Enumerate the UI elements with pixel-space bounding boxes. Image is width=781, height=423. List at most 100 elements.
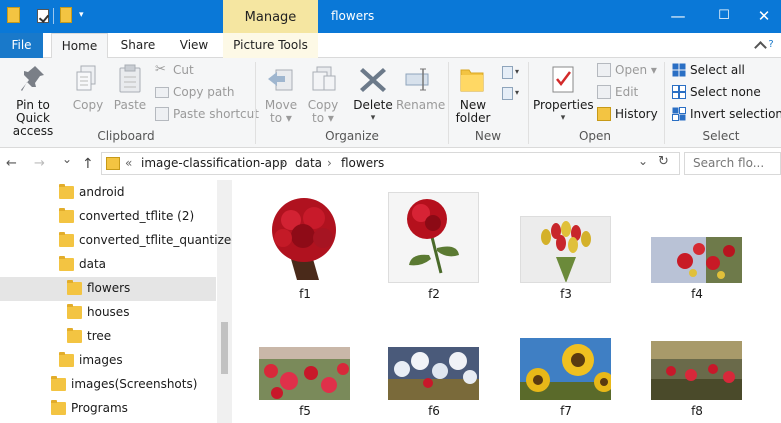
file-name[interactable]: f5 (285, 404, 325, 418)
tree-item-converted-tflite-2[interactable]: converted_tflite (2) (0, 205, 216, 229)
history-label: History (615, 107, 658, 121)
new-folder-quick-icon[interactable] (60, 7, 72, 23)
new-group-label: New (474, 129, 502, 143)
select-none-label: Select none (690, 85, 761, 99)
file-name[interactable]: f4 (677, 287, 717, 301)
folder-icon (59, 208, 74, 223)
rename-button[interactable]: Rename (396, 64, 445, 112)
folder-icon (59, 256, 74, 271)
file-item-f2[interactable] (388, 192, 479, 283)
address-box[interactable]: « image-classification-app › data › flow… (101, 152, 680, 175)
file-item-f3[interactable] (520, 216, 611, 283)
up-button[interactable]: ↑ (82, 156, 94, 172)
properties-button[interactable]: Properties ▾ (533, 64, 594, 125)
tree-item-label: images (79, 353, 123, 367)
tree-item-tree[interactable]: tree (0, 325, 216, 349)
tab-share[interactable]: Share (114, 33, 162, 58)
file-name[interactable]: f7 (546, 404, 586, 418)
tab-home[interactable]: Home (51, 33, 108, 59)
breadcrumb-item-app[interactable]: image-classification-app (141, 156, 287, 170)
file-item-f5[interactable] (259, 347, 350, 400)
new-item-icon[interactable]: ▾ (500, 64, 520, 82)
navigation-scrollbar[interactable] (217, 180, 232, 423)
group-separator (528, 62, 529, 144)
tree-item-houses[interactable]: houses (0, 301, 216, 325)
tree-item-flowers[interactable]: flowers (0, 277, 216, 301)
breadcrumb-item-flowers[interactable]: flowers (341, 156, 384, 170)
tree-item-label: converted_tflite_quantized (79, 233, 239, 247)
file-item-f6[interactable] (388, 347, 479, 400)
minimize-button[interactable]: — (655, 0, 701, 33)
group-separator (448, 62, 449, 144)
folder-icon (67, 280, 82, 295)
easy-access-icon[interactable]: ▾ (500, 85, 520, 103)
file-name[interactable]: f8 (677, 404, 717, 418)
file-item-f4[interactable] (651, 237, 742, 283)
file-item-f1[interactable] (259, 192, 350, 283)
paste-button[interactable]: Paste (111, 64, 149, 112)
folder-icon[interactable] (7, 7, 20, 23)
tree-item-label: tree (87, 329, 112, 343)
maximize-button[interactable]: ☐ (701, 0, 747, 33)
copy-to-label-2: to ▾ (312, 111, 334, 125)
properties-dropdown-icon[interactable]: ▾ (533, 112, 593, 125)
title-bar: ▾ Manage flowers — ☐ ✕ (0, 0, 781, 33)
customize-quick-access-dropdown-icon[interactable]: ▾ (79, 10, 84, 20)
ribbon: Pin to Quick access Copy Paste ✂ Cut Cop… (0, 58, 781, 148)
tree-item-converted-tflite-quantized[interactable]: converted_tflite_quantized (0, 229, 239, 253)
close-button[interactable]: ✕ (747, 0, 781, 33)
tab-picture-tools[interactable]: Picture Tools (223, 33, 318, 58)
file-name[interactable]: f1 (285, 287, 325, 301)
forward-button[interactable]: → (34, 156, 45, 171)
delete-label: Delete (353, 98, 393, 112)
tree-item-android[interactable]: android (0, 181, 216, 205)
tree-item-label: converted_tflite (2) (79, 209, 195, 223)
delete-dropdown-icon[interactable]: ▾ (353, 112, 393, 125)
tab-view[interactable]: View (171, 33, 217, 58)
open-label: Open ▾ (615, 63, 657, 77)
file-name[interactable]: f2 (414, 287, 454, 301)
organize-group-label: Organize (325, 129, 379, 143)
copy-path-label: Copy path (173, 85, 235, 99)
edit-label: Edit (615, 85, 639, 99)
address-dropdown-icon[interactable]: ⌄ (638, 154, 648, 168)
history-icon (597, 107, 611, 121)
rename-icon (405, 68, 429, 91)
help-icon[interactable]: ? (761, 33, 781, 58)
image-thumbnail (259, 192, 350, 283)
pin-to-quick-access-button[interactable]: Pin to Quick access (0, 64, 66, 138)
properties-quick-icon[interactable] (37, 9, 49, 23)
tree-item-images-screenshots[interactable]: images(Screenshots) (0, 373, 216, 397)
new-folder-icon (460, 69, 484, 92)
navigation-scrollbar-thumb[interactable] (221, 322, 228, 374)
file-name[interactable]: f6 (414, 404, 454, 418)
copy-label: Copy (72, 98, 104, 112)
file-name[interactable]: f3 (546, 287, 586, 301)
tree-item-label: Programs (71, 401, 128, 415)
manage-context-tab[interactable]: Manage (223, 0, 318, 33)
tab-file[interactable]: File (0, 33, 43, 58)
folder-icon (51, 400, 66, 415)
move-to-button[interactable]: Move to ▾ (262, 64, 300, 125)
tree-item-data[interactable]: data (0, 253, 216, 277)
recent-locations-button[interactable]: ⌄ (62, 152, 72, 166)
image-thumbnail (651, 237, 742, 283)
breadcrumb-item-data[interactable]: data (295, 156, 322, 170)
tree-item-programs[interactable]: Programs (0, 397, 216, 421)
image-thumbnail (651, 341, 742, 400)
ribbon-tabs: File Home Share View Picture Tools ? (0, 33, 781, 59)
refresh-icon[interactable]: ↻ (658, 154, 669, 169)
back-button[interactable]: ← (6, 156, 17, 171)
file-item-f8[interactable] (651, 341, 742, 400)
search-input[interactable]: Search flo... (684, 152, 781, 175)
paste-icon (119, 64, 141, 93)
folder-icon (67, 328, 82, 343)
breadcrumb-overflow[interactable]: « (125, 156, 132, 170)
delete-button[interactable]: Delete ▾ (353, 64, 393, 125)
image-thumbnail (259, 347, 350, 400)
tree-item-images[interactable]: images (0, 349, 216, 373)
copy-to-button[interactable]: Copy to ▾ (304, 64, 342, 125)
copy-button[interactable]: Copy (70, 64, 106, 112)
file-item-f7[interactable] (520, 338, 611, 400)
new-folder-button[interactable]: New folder (452, 64, 494, 125)
